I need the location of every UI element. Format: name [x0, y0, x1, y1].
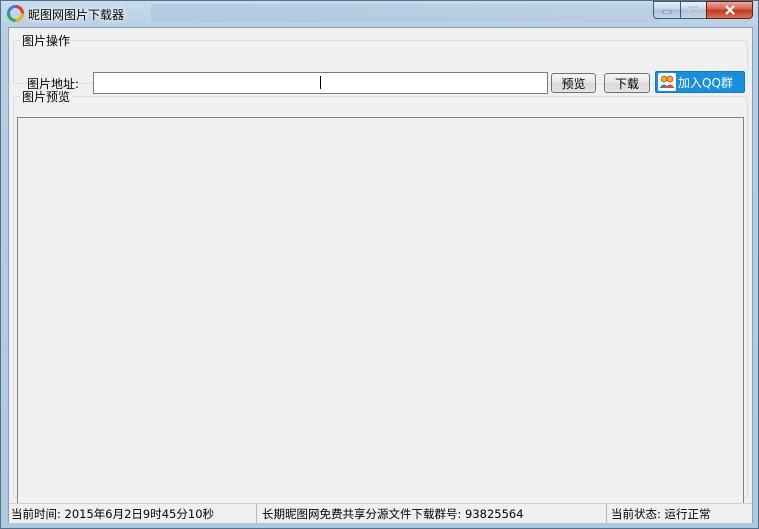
- image-preview-group: 图片预览: [13, 88, 748, 512]
- minimize-icon: [662, 10, 672, 14]
- minimize-button[interactable]: [653, 1, 680, 19]
- maximize-button[interactable]: [680, 1, 706, 19]
- status-bar: 当前时间: 2015年6月2日9时45分10秒 长期昵图网免费共享分源文件下载群…: [9, 503, 752, 523]
- title-bar-background: [151, 4, 661, 22]
- close-button[interactable]: [706, 1, 753, 19]
- client-area: 图片操作 图片地址: 预览 下载 加入QQ群 图片预览 当前时间: 2015年6…: [8, 27, 753, 523]
- caption-buttons: [653, 1, 753, 20]
- app-logo-icon: [7, 5, 24, 22]
- title-bar[interactable]: 昵图网图片下载器: [1, 1, 758, 27]
- status-current-time: 当前时间: 2015年6月2日9时45分10秒: [9, 504, 257, 523]
- image-operations-group: 图片操作 图片地址: 预览 下载 加入QQ群: [13, 32, 748, 94]
- image-operations-legend: 图片操作: [22, 34, 71, 48]
- status-current-state: 当前状态: 运行正常: [611, 507, 711, 521]
- image-preview-area: [17, 117, 744, 512]
- app-window: 昵图网图片下载器 图片操作 图片地址: 预览 下载 加入QQ群 图片预览 当前时…: [0, 0, 759, 529]
- status-group-number: 长期昵图网免费共享分源文件下载群号: 93825564: [257, 504, 607, 523]
- close-icon: [724, 5, 735, 15]
- image-preview-legend: 图片预览: [22, 90, 71, 104]
- window-title: 昵图网图片下载器: [28, 8, 125, 22]
- maximize-icon: [688, 5, 699, 15]
